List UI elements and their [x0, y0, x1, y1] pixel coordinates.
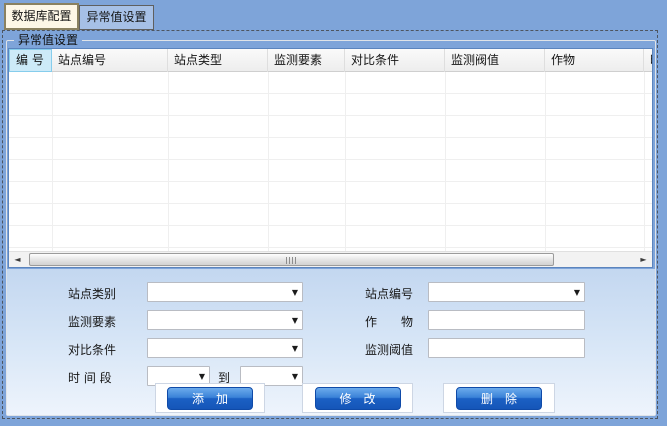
- modify-button-frame: 修 改: [302, 383, 413, 413]
- modify-button[interactable]: 修 改: [315, 387, 401, 410]
- crop-label: 作 物: [365, 313, 413, 330]
- delete-button[interactable]: 删 除: [456, 387, 542, 410]
- column-header-6[interactable]: 作物: [545, 49, 644, 72]
- scrollbar-grip-icon: [286, 257, 298, 264]
- grid-empty-row: [9, 160, 652, 182]
- scroll-right-button[interactable]: ►: [635, 252, 652, 267]
- compare-condition-combobox[interactable]: ▼: [147, 338, 303, 358]
- grid-header-row: 编 号站点编号站点类型监测要素对比条件监测阀值作物时: [9, 49, 652, 72]
- chevron-down-icon: ▼: [199, 371, 205, 382]
- column-header-0[interactable]: 编 号: [9, 49, 52, 72]
- scroll-right-icon: ►: [640, 255, 646, 264]
- threshold-input[interactable]: [428, 338, 585, 358]
- column-header-5[interactable]: 监测阀值: [445, 49, 545, 72]
- chevron-down-icon: ▼: [292, 343, 298, 354]
- column-header-7[interactable]: 时: [644, 49, 653, 72]
- grid-column-gridline: [268, 72, 269, 253]
- horizontal-scrollbar[interactable]: ◄ ►: [9, 251, 652, 267]
- groupbox-title: 异常值设置: [14, 33, 82, 47]
- column-header-3[interactable]: 监测要素: [268, 49, 345, 72]
- grid-empty-row: [9, 226, 652, 248]
- threshold-label: 监测阈值: [365, 341, 413, 358]
- station-id-label: 站点编号: [365, 285, 413, 302]
- abnormal-value-settings-page: 数据库配置 异常值设置 异常值设置 编 号站点编号站点类型监测要素对比条件监测阀…: [0, 0, 667, 426]
- grid-column-gridline: [545, 72, 546, 253]
- grid-body[interactable]: [9, 72, 652, 253]
- chevron-down-icon: ▼: [292, 287, 298, 298]
- scroll-left-icon: ◄: [14, 255, 20, 264]
- chevron-down-icon: ▼: [574, 287, 580, 298]
- grid-column-gridline: [445, 72, 446, 253]
- grid-column-gridline: [345, 72, 346, 253]
- station-type-combobox[interactable]: ▼: [147, 282, 303, 302]
- station-type-label: 站点类别: [68, 285, 116, 302]
- add-button-frame: 添 加: [155, 383, 265, 413]
- chevron-down-icon: ▼: [292, 315, 298, 326]
- grid-empty-row: [9, 138, 652, 160]
- monitor-element-label: 监测要素: [68, 313, 116, 330]
- grid-empty-row: [9, 72, 652, 94]
- column-header-2[interactable]: 站点类型: [168, 49, 268, 72]
- abnormal-values-grid[interactable]: 编 号站点编号站点类型监测要素对比条件监测阀值作物时 ◄ ►: [8, 48, 653, 268]
- compare-condition-label: 对比条件: [68, 341, 116, 358]
- grid-column-gridline: [168, 72, 169, 253]
- tab-abnormal-value-settings[interactable]: 异常值设置: [79, 5, 154, 30]
- delete-button-frame: 删 除: [443, 383, 555, 413]
- scrollbar-thumb[interactable]: [29, 253, 554, 266]
- grid-column-gridline: [644, 72, 645, 253]
- tab-database-config[interactable]: 数据库配置: [4, 3, 79, 30]
- grid-empty-row: [9, 204, 652, 226]
- scroll-left-button[interactable]: ◄: [9, 252, 26, 267]
- grid-column-gridline: [52, 72, 53, 253]
- crop-input[interactable]: [428, 310, 585, 330]
- add-button[interactable]: 添 加: [167, 387, 253, 410]
- period-label: 时 间 段: [68, 369, 112, 386]
- grid-empty-row: [9, 94, 652, 116]
- chevron-down-icon: ▼: [292, 371, 298, 382]
- column-header-1[interactable]: 站点编号: [52, 49, 168, 72]
- grid-empty-row: [9, 116, 652, 138]
- column-header-4[interactable]: 对比条件: [345, 49, 445, 72]
- station-id-combobox[interactable]: ▼: [428, 282, 585, 302]
- monitor-element-combobox[interactable]: ▼: [147, 310, 303, 330]
- grid-empty-row: [9, 182, 652, 204]
